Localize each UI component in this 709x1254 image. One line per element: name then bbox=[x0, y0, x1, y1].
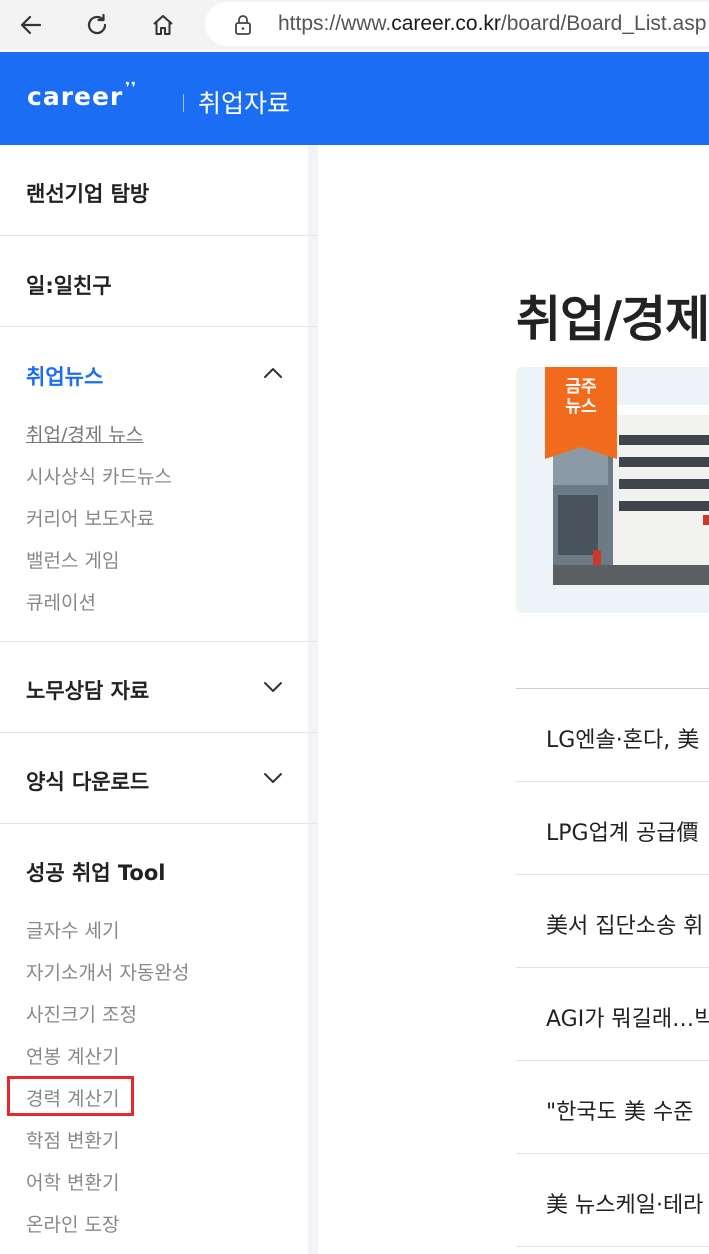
sidebar-divider bbox=[0, 235, 318, 236]
lock-icon[interactable] bbox=[233, 14, 253, 36]
chevron-up-icon[interactable] bbox=[260, 360, 286, 386]
address-bar[interactable]: https://www.career.co.kr/board/Board_Lis… bbox=[205, 2, 709, 46]
sidebar-item-lanseon[interactable]: 랜선기업 탐방 bbox=[26, 178, 149, 208]
sidebar-subitem-char-count[interactable]: 글자수 세기 bbox=[26, 916, 119, 943]
featured-news-banner[interactable]: 금주 뉴스 bbox=[516, 367, 709, 613]
home-icon bbox=[153, 15, 173, 35]
sidebar-item-labor-consult[interactable]: 노무상담 자료 bbox=[26, 675, 149, 705]
url-host: career.co.kr bbox=[391, 12, 501, 35]
sidebar-subitem-cover-letter[interactable]: 자기소개서 자동완성 bbox=[26, 958, 189, 985]
header-divider bbox=[183, 94, 184, 112]
news-list-divider bbox=[516, 781, 709, 782]
sidebar-subitem-economy-news[interactable]: 취업/경제 뉴스 bbox=[26, 420, 143, 447]
home-button[interactable] bbox=[144, 6, 182, 44]
news-item[interactable]: 美 뉴스케일·테라 bbox=[546, 1187, 703, 1219]
url-text[interactable]: https://www.career.co.kr/board/Board_Lis… bbox=[278, 12, 706, 36]
highlight-box bbox=[7, 1076, 134, 1116]
news-list-divider bbox=[516, 688, 709, 689]
url-path: /board/Board_List.asp bbox=[500, 12, 707, 35]
badge-label: 금주 뉴스 bbox=[565, 377, 597, 417]
refresh-button[interactable] bbox=[78, 6, 116, 44]
news-list-divider bbox=[516, 1060, 709, 1061]
url-prefix: https://www. bbox=[278, 12, 392, 35]
news-item[interactable]: LG엔솔·혼다, 美 bbox=[546, 722, 699, 754]
sidebar-scrollbar[interactable] bbox=[308, 145, 318, 1254]
news-list-divider bbox=[516, 1246, 709, 1247]
sidebar-subitem-curation[interactable]: 큐레이션 bbox=[26, 588, 96, 615]
news-item[interactable]: "한국도 美 수준 bbox=[546, 1094, 693, 1126]
header-title[interactable]: 취업자료 bbox=[198, 84, 290, 120]
sidebar-item-ililchingu[interactable]: 일:일친구 bbox=[26, 270, 112, 300]
page-title: 취업/경제 bbox=[516, 291, 709, 348]
sidebar-item-success-tool[interactable]: 성공 취업 Tool bbox=[26, 857, 166, 887]
back-arrow-icon bbox=[20, 15, 42, 35]
browser-toolbar: https://www.career.co.kr/board/Board_Lis… bbox=[0, 0, 709, 50]
logo-mark-icon: ❜❜ bbox=[125, 80, 137, 96]
weekly-news-badge: 금주 뉴스 bbox=[545, 367, 617, 459]
sidebar-divider bbox=[0, 641, 318, 642]
sidebar-item-job-news[interactable]: 취업뉴스 bbox=[26, 361, 103, 391]
sidebar-subitem-press-release[interactable]: 커리어 보도자료 bbox=[26, 504, 154, 531]
sidebar-subitem-photo-resize[interactable]: 사진크기 조정 bbox=[26, 1000, 137, 1027]
sidebar-subitem-gpa-convert[interactable]: 학점 변환기 bbox=[26, 1126, 119, 1153]
news-item[interactable]: LPG업계 공급價 bbox=[546, 815, 699, 847]
sidebar-subitem-balance-game[interactable]: 밸런스 게임 bbox=[26, 546, 119, 573]
logo-text: career bbox=[27, 82, 124, 111]
sidebar-subitem-online-stamp[interactable]: 온라인 도장 bbox=[26, 1210, 119, 1237]
sidebar-item-form-download[interactable]: 양식 다운로드 bbox=[26, 766, 149, 796]
sidebar-divider bbox=[0, 326, 318, 327]
news-item[interactable]: 美서 집단소송 휘 bbox=[546, 908, 703, 940]
sidebar-divider bbox=[0, 823, 318, 824]
career-logo[interactable]: career ❜❜ bbox=[27, 80, 137, 111]
news-list-divider bbox=[516, 967, 709, 968]
back-button[interactable] bbox=[12, 6, 50, 44]
news-list-divider bbox=[516, 874, 709, 875]
news-item[interactable]: AGI가 뭐길래…빅 bbox=[546, 1001, 709, 1033]
site-header: career ❜❜ 취업자료 bbox=[0, 52, 709, 145]
sidebar-subitem-salary-calc[interactable]: 연봉 계산기 bbox=[26, 1042, 119, 1069]
sidebar-divider bbox=[0, 732, 318, 733]
sidebar-subitem-language-convert[interactable]: 어학 변환기 bbox=[26, 1168, 119, 1195]
news-list-divider bbox=[516, 1153, 709, 1154]
sidebar-subitem-card-news[interactable]: 시사상식 카드뉴스 bbox=[26, 462, 172, 489]
chevron-down-icon[interactable] bbox=[260, 765, 286, 791]
refresh-icon bbox=[87, 13, 107, 35]
chevron-down-icon[interactable] bbox=[260, 674, 286, 700]
